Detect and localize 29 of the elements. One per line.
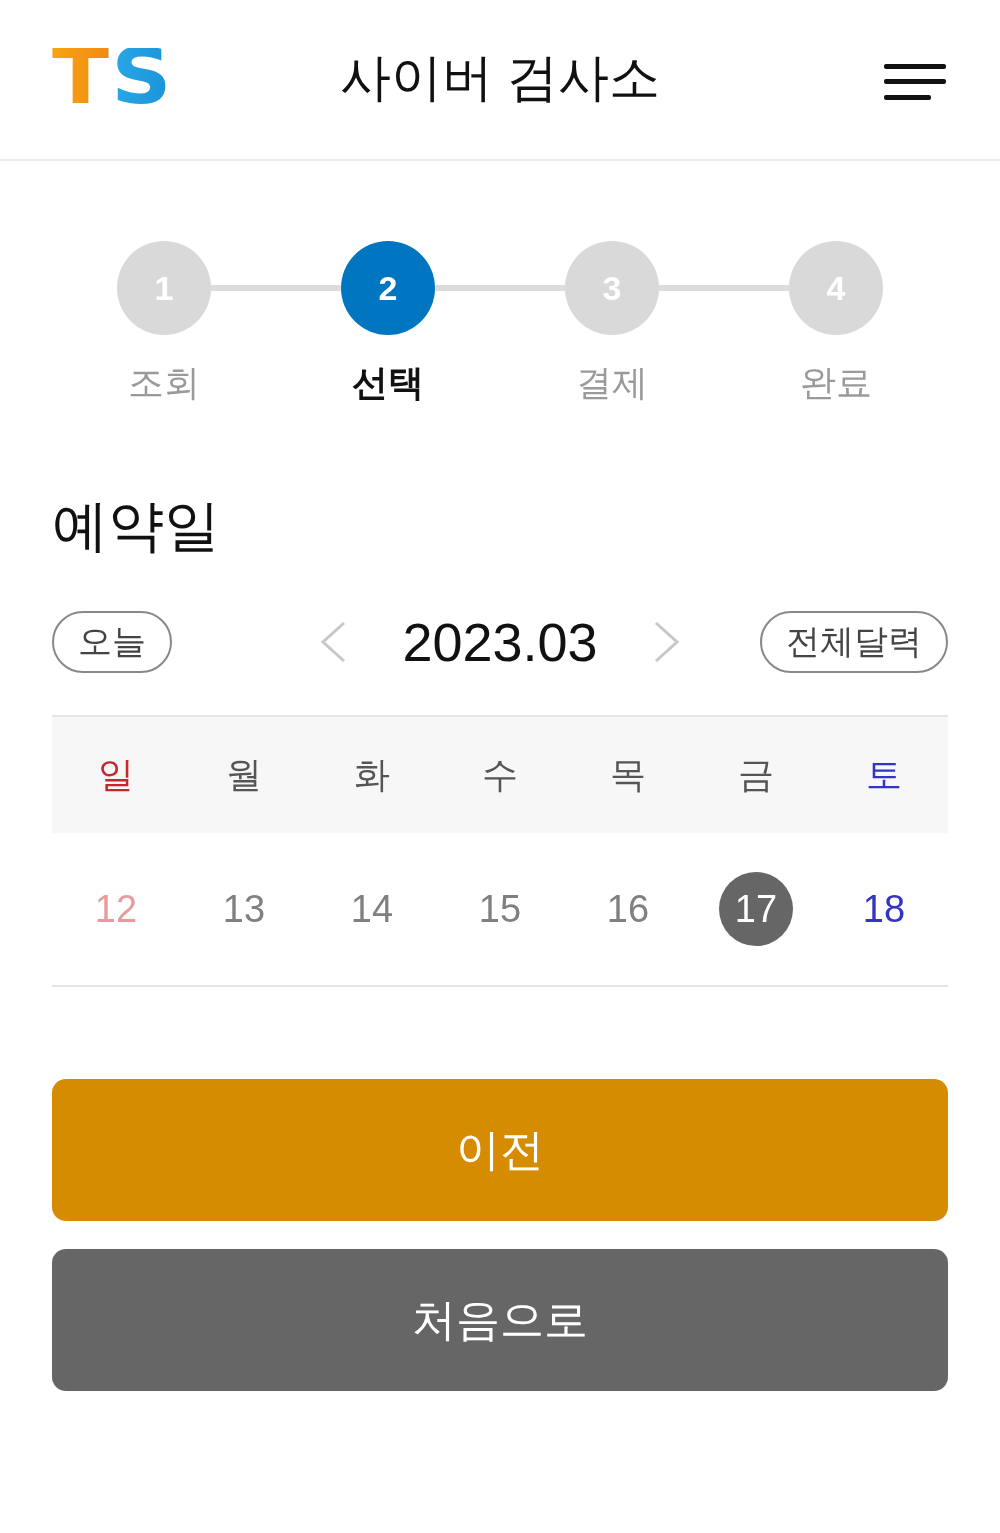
chevron-right-icon[interactable] — [653, 621, 680, 663]
section-title: 예약일 — [52, 493, 220, 559]
chevron-left-icon[interactable] — [320, 621, 347, 663]
month-label: 2023.03 — [402, 611, 598, 673]
date-cell[interactable]: 14 — [335, 872, 409, 946]
step-label: 조회 — [128, 361, 200, 405]
today-button[interactable]: 오늘 — [52, 611, 172, 673]
menu-icon[interactable] — [884, 63, 946, 100]
weekday-label: 일 — [98, 753, 134, 797]
step-number: 2 — [341, 241, 435, 335]
full-calendar-button[interactable]: 전체달력 — [760, 611, 948, 673]
date-cell[interactable]: 12 — [79, 872, 153, 946]
previous-button[interactable]: 이전 — [52, 1079, 948, 1221]
date-cell[interactable]: 13 — [207, 872, 281, 946]
date-cell[interactable]: 17 — [719, 872, 793, 946]
step-label: 선택 — [352, 361, 424, 405]
home-button[interactable]: 처음으로 — [52, 1249, 948, 1391]
page-title: 사이버 검사소 — [339, 47, 661, 108]
date-cell[interactable]: 18 — [847, 872, 921, 946]
weekday-label: 월 — [226, 753, 262, 797]
date-cell[interactable]: 16 — [591, 872, 665, 946]
weekday-label: 수 — [482, 753, 518, 797]
step-label: 결제 — [576, 361, 648, 405]
step-label: 완료 — [800, 361, 872, 405]
weekday-label: 목 — [610, 753, 646, 797]
weekday-label: 금 — [738, 753, 774, 797]
date-cell[interactable]: 15 — [463, 872, 537, 946]
weekday-label: 토 — [866, 753, 902, 797]
weekday-label: 화 — [354, 753, 390, 797]
